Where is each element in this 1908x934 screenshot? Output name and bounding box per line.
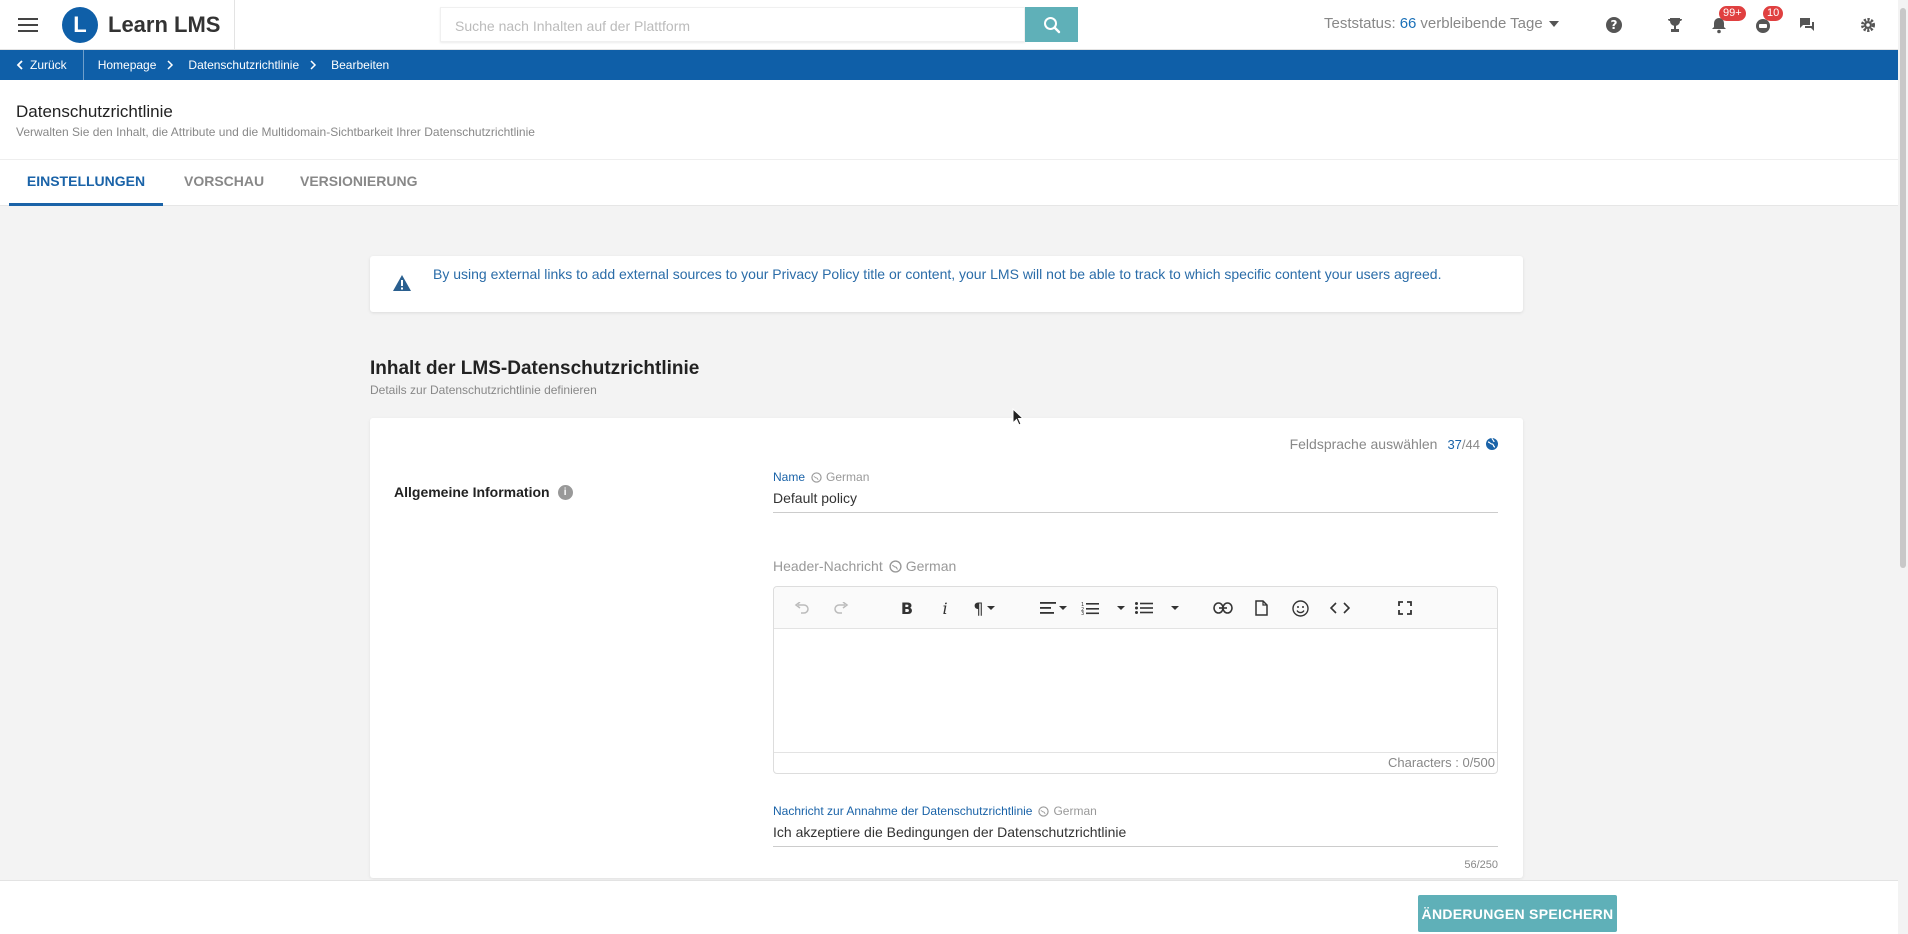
accept-message-field: Nachricht zur Annahme der Datenschutzric… — [773, 804, 1498, 847]
file-icon[interactable] — [1253, 597, 1269, 619]
search-icon — [1043, 16, 1060, 33]
bullet-list-icon[interactable] — [1134, 597, 1154, 619]
save-changes-button[interactable]: ÄNDERUNGEN SPEICHERN — [1418, 895, 1617, 932]
ordered-list-options-icon[interactable] — [1114, 597, 1125, 619]
general-info-text: Allgemeine Information — [394, 484, 550, 500]
svg-text:?: ? — [1611, 18, 1618, 32]
language-count-current: 37 — [1447, 436, 1462, 452]
name-lang: German — [826, 470, 870, 484]
language-count-total: /44 — [1461, 436, 1480, 452]
chat-icon[interactable] — [1795, 13, 1819, 37]
chevron-down-icon — [1548, 20, 1559, 27]
tab-preview[interactable]: VORSCHAU — [184, 160, 264, 206]
tab-versioning[interactable]: VERSIONIERUNG — [300, 160, 417, 206]
chevron-right-icon — [310, 60, 317, 70]
header-message-label: Header-Nachricht German — [773, 558, 956, 574]
globe-icon — [889, 559, 902, 573]
external-links-warning: By using external links to add external … — [370, 256, 1523, 312]
tab-bar: EINSTELLUNGEN VORSCHAU VERSIONIERUNG — [0, 160, 1898, 206]
name-field-label: Name German — [773, 470, 1498, 484]
messages-icon[interactable]: 10 — [1751, 6, 1784, 37]
italic-icon[interactable]: i — [937, 597, 953, 619]
search-input[interactable]: Suche nach Inhalten auf der Plattform — [440, 7, 1025, 42]
menu-icon[interactable] — [16, 14, 40, 36]
chevron-left-icon — [16, 60, 23, 70]
accept-message-input[interactable]: Ich akzeptiere die Bedingungen der Daten… — [773, 824, 1498, 847]
character-counter: Characters : 0/500 — [774, 752, 1497, 773]
messages-badge: 10 — [1763, 6, 1784, 21]
name-label-text: Name — [773, 470, 806, 484]
header-message-label-text: Header-Nachricht — [773, 558, 883, 574]
editor-toolbar: B i ¶ 123 — [774, 587, 1497, 629]
fullscreen-icon[interactable] — [1396, 597, 1414, 619]
globe-icon — [811, 471, 822, 483]
accept-label-text: Nachricht zur Annahme der Datenschutzric… — [773, 804, 1033, 818]
header-divider — [234, 0, 235, 50]
trial-suffix: verbleibende Tage — [1420, 15, 1543, 32]
chevron-right-icon — [167, 60, 174, 70]
section-title: Inhalt der LMS-Datenschutzrichtlinie — [370, 358, 700, 379]
page-subtitle: Verwalten Sie den Inhalt, die Attribute … — [16, 125, 535, 139]
trial-prefix: Teststatus: — [1324, 15, 1396, 32]
accept-message-counter: 56/250 — [1464, 859, 1498, 871]
globe-icon — [1486, 437, 1498, 450]
general-info-label: Allgemeine Information i — [394, 484, 573, 500]
page-header: Datenschutzrichtlinie Verwalten Sie den … — [0, 80, 1898, 160]
back-label: Zurück — [30, 58, 67, 72]
search-button[interactable] — [1025, 7, 1078, 42]
bold-icon[interactable]: B — [899, 597, 915, 619]
help-icon[interactable]: ? — [1602, 13, 1626, 37]
accept-message-label: Nachricht zur Annahme der Datenschutzric… — [773, 804, 1498, 818]
tab-settings[interactable]: EINSTELLUNGEN — [9, 160, 163, 206]
notifications-badge: 99+ — [1719, 6, 1746, 21]
breadcrumb-item-homepage[interactable]: Homepage — [84, 58, 163, 72]
bullet-list-options-icon[interactable] — [1168, 597, 1179, 619]
header-message-editor: B i ¶ 123 Characters: 0/500 — [773, 586, 1498, 774]
page-title: Datenschutzrichtlinie — [16, 102, 173, 121]
trophy-icon[interactable] — [1663, 13, 1687, 37]
emoji-icon[interactable] — [1291, 597, 1309, 619]
undo-icon[interactable] — [792, 597, 812, 619]
info-icon[interactable]: i — [557, 484, 573, 500]
header-message-lang: German — [905, 558, 957, 574]
section-subtitle: Details zur Datenschutzrichtlinie defini… — [370, 383, 597, 397]
link-icon[interactable] — [1212, 597, 1234, 619]
top-header: L Learn LMS Suche nach Inhalten auf der … — [0, 0, 1898, 50]
svg-text:3: 3 — [1081, 611, 1084, 615]
language-select-label: Feldsprache auswählen — [1289, 436, 1438, 452]
warning-text: By using external links to add external … — [433, 266, 1442, 282]
accept-lang: German — [1053, 804, 1097, 818]
trial-days: 66 — [1399, 15, 1417, 32]
code-view-icon[interactable] — [1329, 597, 1351, 619]
redo-icon[interactable] — [831, 597, 851, 619]
app-logo[interactable]: L Learn LMS — [62, 6, 220, 44]
scrollbar-thumb[interactable] — [1900, 8, 1906, 568]
name-input[interactable]: Default policy — [773, 490, 1498, 513]
breadcrumb-item-policy[interactable]: Datenschutzrichtlinie — [174, 58, 305, 72]
breadcrumb-item-edit: Bearbeiten — [331, 58, 390, 72]
trial-status-dropdown[interactable]: Teststatus: 66 verbleibende Tage — [1324, 15, 1559, 32]
footer-bar: ÄNDERUNGEN SPEICHERN — [0, 880, 1898, 934]
name-field: Name German Default policy — [773, 470, 1498, 513]
align-icon[interactable] — [1037, 597, 1069, 619]
field-language-selector[interactable]: Feldsprache auswählen 37/44 — [1290, 436, 1499, 452]
back-button[interactable]: Zurück — [0, 50, 84, 80]
notifications-icon[interactable]: 99+ — [1707, 6, 1746, 37]
app-name: Learn LMS — [108, 12, 221, 37]
breadcrumb: Zurück Homepage Datenschutzrichtlinie Be… — [0, 50, 1898, 80]
settings-gear-icon[interactable] — [1856, 13, 1880, 37]
paragraph-format-icon[interactable]: ¶ — [970, 597, 998, 619]
ordered-list-icon[interactable]: 123 — [1080, 597, 1100, 619]
header-message-input[interactable] — [774, 629, 1497, 752]
warning-icon — [393, 275, 411, 291]
language-count: 37/44 — [1447, 437, 1480, 452]
logo-mark: L — [62, 7, 98, 43]
globe-icon — [1038, 805, 1050, 817]
policy-content-card: Feldsprache auswählen 37/44 Allgemeine I… — [370, 418, 1523, 878]
mouse-cursor-icon — [1012, 408, 1024, 426]
